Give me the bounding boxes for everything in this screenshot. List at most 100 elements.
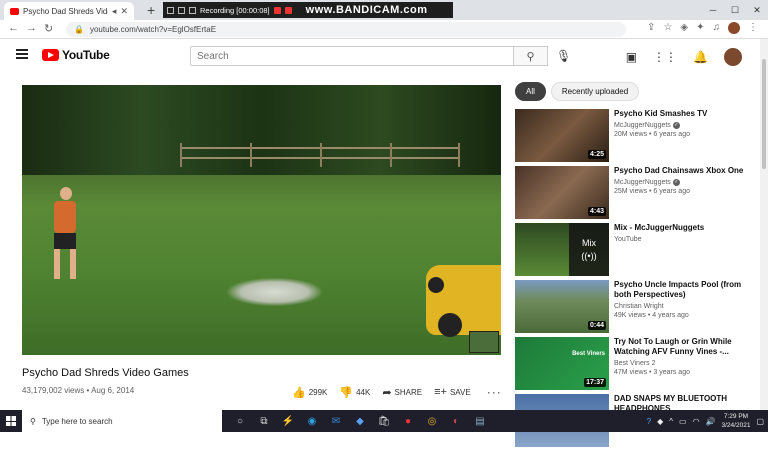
mail-icon[interactable]: ✉: [324, 410, 348, 432]
video-player[interactable]: [22, 85, 501, 355]
video-thumbnail[interactable]: 4:25: [515, 109, 609, 162]
create-video-icon[interactable]: ▣: [626, 50, 637, 64]
task-view-icon[interactable]: ⧉: [252, 410, 276, 432]
forward-icon[interactable]: →: [26, 22, 37, 34]
recorder-status: Recording [00:00:08]: [200, 5, 270, 15]
filter-chips: All Recently uploaded: [515, 82, 640, 101]
video-thumbnail[interactable]: 0:44: [515, 280, 609, 333]
mix-label: Mix: [582, 238, 596, 248]
video-title[interactable]: Psycho Dad Chainsaws Xbox One: [614, 166, 754, 176]
notifications-bell-icon[interactable]: 🔔: [693, 50, 708, 64]
browser-menu-icon[interactable]: ⋮: [748, 22, 758, 34]
channel-name[interactable]: Christian Wright: [614, 303, 664, 310]
new-tab-icon[interactable]: +: [147, 2, 155, 18]
store-icon[interactable]: 🛍: [372, 410, 396, 432]
network-icon[interactable]: ▭: [679, 417, 687, 426]
taskbar-apps: ○ ⧉ ⚡ ◉ ✉ ◆ 🛍 ● ◎ ◐ ▤: [228, 410, 492, 432]
channel-name[interactable]: McJuggerNuggets: [614, 122, 671, 129]
like-count: 299K: [308, 387, 328, 397]
video-title[interactable]: Mix - McJuggerNuggets: [614, 223, 754, 233]
share-button[interactable]: ➦ SHARE: [382, 386, 422, 399]
recommended-video[interactable]: 4:25 Psycho Kid Smashes TV McJuggerNugge…: [515, 109, 755, 166]
dislike-button[interactable]: 👎 44K: [339, 386, 370, 399]
tab-title: Psycho Dad Shreds Video G...: [23, 6, 108, 16]
like-button[interactable]: 👍 299K: [292, 386, 327, 399]
wifi-icon[interactable]: ◠: [693, 417, 700, 426]
dropbox-tray-icon[interactable]: ◆: [657, 417, 663, 426]
apps-grid-icon[interactable]: ⋮⋮: [653, 50, 677, 64]
help-icon[interactable]: ?: [647, 417, 651, 426]
recommended-video[interactable]: 4:43 Psycho Dad Chainsaws Xbox One McJug…: [515, 166, 755, 223]
page-scrollbar[interactable]: [760, 39, 768, 410]
hamburger-menu-icon[interactable]: [16, 49, 28, 59]
edge-browser-icon[interactable]: ◉: [300, 410, 324, 432]
video-thumbnail[interactable]: 4:43: [515, 166, 609, 219]
video-scene-fence: [180, 143, 460, 167]
close-window-icon[interactable]: ✕: [746, 0, 768, 20]
app-icon[interactable]: ◐: [444, 410, 468, 432]
app-icon[interactable]: ▤: [468, 410, 492, 432]
video-scene-mower: [426, 265, 501, 337]
start-button[interactable]: [0, 410, 22, 432]
verified-check-icon: ✓: [672, 122, 680, 129]
url-field[interactable]: 🔒 youtube.com/watch?v=EglOsfErtaE: [66, 22, 626, 37]
video-stats: 47M views • 3 years ago: [614, 369, 690, 376]
extension-icon[interactable]: ◈: [680, 22, 688, 34]
chip-recently-uploaded[interactable]: Recently uploaded: [550, 82, 640, 101]
browser-toolbar-icons: ⇪ ☆ ◈ ✦ ♫ ⋮: [647, 22, 758, 34]
video-title[interactable]: Psycho Kid Smashes TV: [614, 109, 754, 119]
recommended-mix[interactable]: Mix ((•)) Mix - McJuggerNuggets YouTube: [515, 223, 755, 280]
microphone-icon[interactable]: 🎙: [556, 49, 571, 63]
scrollbar-thumb[interactable]: [762, 59, 766, 169]
browser-tab[interactable]: Psycho Dad Shreds Video G... ◂ ✕: [4, 2, 134, 20]
video-thumbnail[interactable]: Best Viners 17:37: [515, 337, 609, 390]
recommended-video[interactable]: 0:44 Psycho Uncle Impacts Pool (from bot…: [515, 280, 755, 337]
stop-icon[interactable]: [284, 6, 292, 14]
app-icon[interactable]: ⚡: [276, 410, 300, 432]
channel-name[interactable]: YouTube: [614, 236, 642, 243]
playlist-add-icon: ≡+: [434, 386, 447, 398]
taskbar-search[interactable]: ⚲ Type here to search: [22, 410, 222, 432]
recorder-copy-icon[interactable]: [178, 6, 185, 14]
media-icon[interactable]: ♫: [713, 22, 721, 34]
back-icon[interactable]: ←: [8, 22, 19, 34]
dropbox-icon[interactable]: ◆: [348, 410, 372, 432]
bandicam-watermark: www.BANDICAM.com: [305, 4, 428, 16]
share-label: SHARE: [394, 387, 423, 397]
close-tab-icon[interactable]: ✕: [120, 6, 128, 17]
volume-icon[interactable]: ◂: [112, 6, 117, 17]
cortana-icon[interactable]: ○: [228, 410, 252, 432]
channel-name[interactable]: Best Viners 2: [614, 360, 656, 367]
lock-icon: 🔒: [74, 25, 84, 34]
bookmark-star-icon[interactable]: ☆: [663, 22, 672, 34]
account-avatar[interactable]: [724, 48, 742, 66]
profile-avatar[interactable]: [728, 22, 740, 34]
video-thumbnail[interactable]: Mix ((•)): [515, 223, 609, 276]
share-page-icon[interactable]: ⇪: [647, 22, 655, 34]
address-bar-row: ← → ↻ 🔒 youtube.com/watch?v=EglOsfErtaE …: [0, 20, 768, 39]
bandicam-icon[interactable]: ●: [396, 410, 420, 432]
taskbar-clock[interactable]: 7:29 PM 3/24/2021: [722, 412, 751, 430]
youtube-logo-text: YouTube: [62, 48, 110, 62]
chrome-icon[interactable]: ◎: [420, 410, 444, 432]
pause-icon[interactable]: [273, 6, 281, 14]
more-actions-icon[interactable]: ···: [487, 385, 502, 399]
recommended-video[interactable]: Best Viners 17:37 Try Not To Laugh or Gr…: [515, 337, 755, 394]
minimize-icon[interactable]: ─: [702, 0, 724, 20]
save-button[interactable]: ≡+ SAVE: [434, 386, 471, 398]
extension-puzzle-icon[interactable]: ✦: [696, 22, 704, 34]
channel-name[interactable]: McJuggerNuggets: [614, 179, 671, 186]
notifications-icon[interactable]: ▢: [756, 417, 764, 426]
recorder-window-icon[interactable]: [167, 6, 174, 14]
youtube-logo[interactable]: YouTube: [42, 48, 110, 62]
chip-all[interactable]: All: [515, 82, 546, 101]
search-input[interactable]: [190, 46, 514, 66]
video-title[interactable]: Try Not To Laugh or Grin While Watching …: [614, 337, 754, 357]
volume-icon[interactable]: 🔊: [706, 417, 716, 426]
maximize-icon[interactable]: ☐: [724, 0, 746, 20]
search-button[interactable]: ⚲: [514, 46, 548, 66]
reload-icon[interactable]: ↻: [44, 22, 53, 35]
video-title[interactable]: Psycho Uncle Impacts Pool (from both Per…: [614, 280, 754, 300]
show-hidden-icons-icon[interactable]: ^: [669, 417, 673, 426]
recorder-camera-icon[interactable]: [189, 6, 196, 14]
